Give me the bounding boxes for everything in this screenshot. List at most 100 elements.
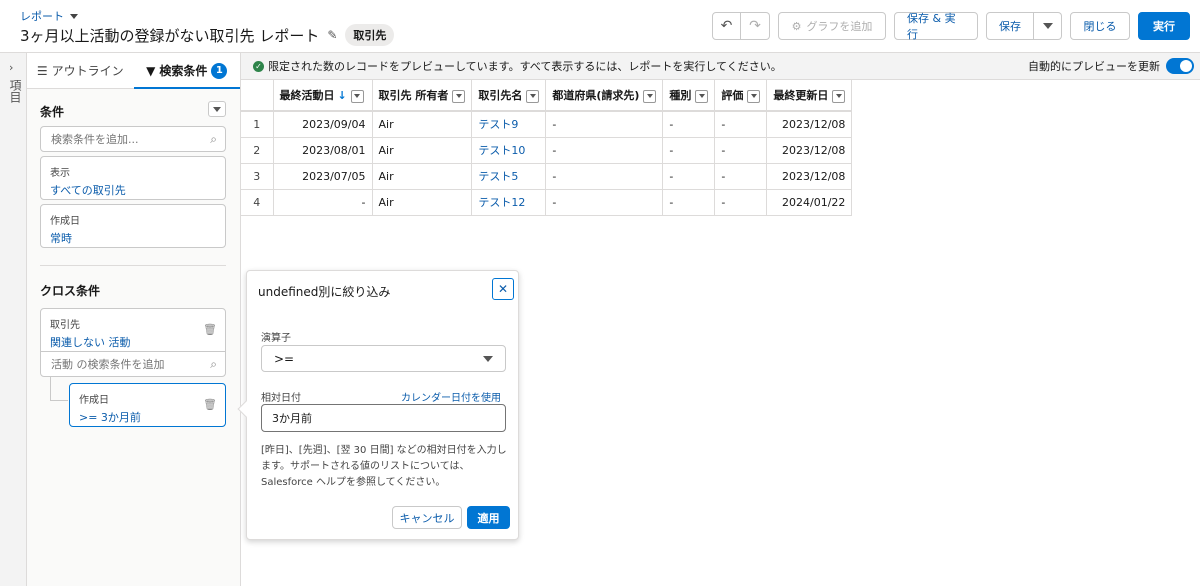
column-header[interactable]: 都道府県(請求先) <box>545 80 664 112</box>
delete-icon[interactable]: 🗑 <box>203 398 217 411</box>
chevron-down-icon <box>455 94 462 98</box>
object-badge: 取引先 <box>345 24 395 46</box>
cross-filter-search-input[interactable]: 活動 の検索条件を追加 ⌕ <box>40 351 226 377</box>
row-number: 3 <box>241 163 274 190</box>
cell-last-activity: 2023/09/04 <box>273 111 373 138</box>
operator-value: >= <box>274 351 295 366</box>
column-header[interactable]: 最終更新日 <box>766 80 853 112</box>
column-menu-button[interactable] <box>643 89 657 103</box>
column-header[interactable]: 最終活動日 ↓ <box>273 80 373 112</box>
save-run-button[interactable]: 保存 & 実行 <box>894 12 978 41</box>
relative-date-input[interactable]: 3か月前 <box>261 404 506 432</box>
breadcrumb-label[interactable]: レポート <box>20 8 64 24</box>
cross-filter-key: 取引先 <box>50 320 80 331</box>
chevron-down-icon <box>529 94 536 98</box>
column-header[interactable]: 種別 <box>662 80 716 112</box>
run-button[interactable]: 実行 <box>1138 12 1190 40</box>
row-number: 1 <box>241 111 274 138</box>
success-icon: ✓ <box>253 60 264 72</box>
column-header-label: 評価 <box>721 89 744 102</box>
column-menu-button[interactable] <box>832 89 846 103</box>
edit-pencil-icon[interactable]: ✎ <box>327 28 337 42</box>
cross-subfilter-card[interactable]: 作成日 >= 3か月前 🗑 <box>69 383 226 427</box>
relative-date-help: [昨日]、[先週]、[翌 30 日間] などの相対日付を入力します。サポートされ… <box>261 445 507 488</box>
popover-title: undefined別に絞り込み <box>258 285 391 299</box>
add-chart-button[interactable]: ⚙ グラフを追加 <box>778 12 886 40</box>
breadcrumb[interactable]: レポート <box>20 8 78 24</box>
column-header[interactable]: 取引先名 <box>471 80 547 112</box>
cell-last-modified: 2024/01/22 <box>766 189 853 216</box>
cell-rating: - <box>714 137 768 164</box>
cell-last-modified: 2023/12/08 <box>766 137 853 164</box>
close-button[interactable]: 閉じる <box>1070 12 1130 40</box>
add-chart-label: グラフを追加 <box>806 20 873 33</box>
save-menu-button[interactable] <box>1034 12 1062 40</box>
section-divider <box>40 265 226 266</box>
save-button[interactable]: 保存 <box>986 12 1034 40</box>
column-header-label: 最終活動日 <box>279 89 335 102</box>
search-icon: ⌕ <box>210 356 217 371</box>
cell-type: - <box>662 189 716 216</box>
column-header-label: 都道府県(請求先) <box>552 89 640 102</box>
filters-menu-button[interactable] <box>208 101 226 117</box>
chevron-down-icon <box>483 355 493 362</box>
column-menu-button[interactable] <box>695 89 709 103</box>
panel-tabs: ☰ アウトライン ▼ 検索条件 1 <box>27 53 240 89</box>
fields-rail[interactable]: › 項目 <box>0 53 27 586</box>
sort-down-icon[interactable]: ↓ <box>338 89 347 102</box>
chevron-down-icon <box>750 94 757 98</box>
row-number: 2 <box>241 137 274 164</box>
filter-card-show[interactable]: 表示 すべての取引先 <box>40 156 226 200</box>
column-menu-button[interactable] <box>350 89 364 103</box>
cell-type: - <box>662 111 716 138</box>
filter-card-created-date[interactable]: 作成日 常時 <box>40 204 226 248</box>
cell-last-activity: 2023/08/01 <box>273 137 373 164</box>
preview-notice: ✓ 限定された数のレコードをプレビューしています。すべて表示するには、レポートを… <box>241 53 1200 80</box>
cancel-button[interactable]: キャンセル <box>392 506 462 529</box>
toolbar: ↶ ↷ ⚙ グラフを追加 保存 & 実行 保存 閉じる 実行 <box>712 12 1190 41</box>
column-menu-button[interactable] <box>526 89 540 103</box>
filter-panel: ☰ アウトライン ▼ 検索条件 1 条件 検索条件を追加... ⌕ 表示 すべて… <box>27 53 241 586</box>
subfilter-key: 作成日 <box>79 395 109 406</box>
chevron-down-icon[interactable] <box>70 13 78 19</box>
column-menu-button[interactable] <box>452 89 466 103</box>
close-icon[interactable]: ✕ <box>492 278 514 300</box>
undo-button[interactable]: ↶ <box>712 12 741 40</box>
filter-search-input[interactable]: 検索条件を追加... ⌕ <box>40 126 226 152</box>
operator-select[interactable]: >= <box>261 345 506 372</box>
column-header-label: 種別 <box>669 89 692 102</box>
cell-prefecture: - <box>545 137 664 164</box>
chevron-down-icon <box>698 94 705 98</box>
cell-account-name[interactable]: テスト9 <box>471 111 547 138</box>
cell-account-name[interactable]: テスト12 <box>471 189 547 216</box>
fields-rail-label[interactable]: 項目 <box>7 79 24 103</box>
cross-filter-value: 関連しない 活動 <box>50 336 131 349</box>
redo-button[interactable]: ↷ <box>741 12 770 40</box>
use-calendar-date-link[interactable]: カレンダー日付を使用 <box>401 389 501 404</box>
relative-date-label: 相対日付 <box>261 393 301 404</box>
column-header[interactable]: 評価 <box>714 80 768 112</box>
cross-filter-search-placeholder: 活動 の検索条件を追加 <box>51 358 165 371</box>
row-number-header <box>241 80 274 112</box>
subfilter-value: >= 3か月前 <box>79 411 141 424</box>
apply-button[interactable]: 適用 <box>467 506 510 529</box>
delete-icon[interactable]: 🗑 <box>203 323 217 336</box>
cell-prefecture: - <box>545 111 664 138</box>
undo-redo-group: ↶ ↷ <box>712 12 770 40</box>
cell-last-activity: 2023/07/05 <box>273 163 373 190</box>
column-header[interactable]: 取引先 所有者 <box>372 80 473 112</box>
tab-outline[interactable]: ☰ アウトライン <box>27 53 134 88</box>
operator-label: 演算子 <box>261 333 291 344</box>
tab-filters[interactable]: ▼ 検索条件 1 <box>133 53 241 89</box>
filter-value: 常時 <box>50 232 72 245</box>
auto-preview-label: 自動的にプレビューを更新 <box>1028 60 1160 73</box>
cell-account-name[interactable]: テスト5 <box>471 163 547 190</box>
chevron-down-icon <box>646 94 653 98</box>
cell-account-name[interactable]: テスト10 <box>471 137 547 164</box>
column-menu-button[interactable] <box>747 89 761 103</box>
filter-value: すべての取引先 <box>50 184 126 197</box>
chevron-right-icon[interactable]: › <box>9 61 13 74</box>
auto-preview-toggle[interactable] <box>1166 58 1194 74</box>
cross-filter-card[interactable]: 取引先 関連しない 活動 🗑 <box>40 308 226 352</box>
chevron-down-icon <box>354 94 361 98</box>
